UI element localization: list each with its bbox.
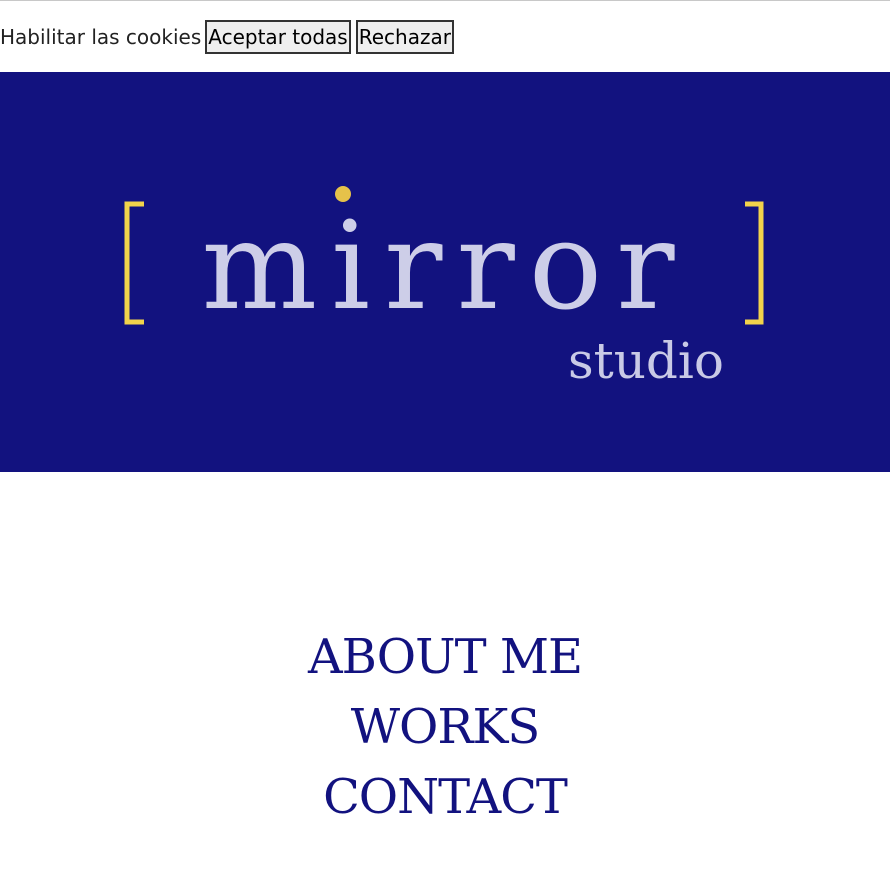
nav-works[interactable]: WORKS xyxy=(0,692,890,762)
cookie-banner-label: Habilitar las cookies xyxy=(0,24,202,49)
nav-about-me[interactable]: ABOUT ME xyxy=(0,622,890,692)
cookie-banner: Habilitar las cookies Aceptar todas Rech… xyxy=(0,1,890,72)
logo-word: mirror xyxy=(201,195,688,337)
nav-contact[interactable]: CONTACT xyxy=(0,762,890,832)
logo-subtitle: studio xyxy=(568,332,724,390)
accept-all-button[interactable]: Aceptar todas xyxy=(205,19,351,54)
logo-left-bracket xyxy=(124,201,144,325)
reject-button[interactable]: Rechazar xyxy=(355,19,454,54)
logo-right-bracket xyxy=(745,201,764,325)
main-navigation: ABOUT ME WORKS CONTACT xyxy=(0,472,890,832)
mirror-studio-logo: mirror studio xyxy=(124,186,764,390)
hero-banner: mirror studio xyxy=(0,72,890,472)
